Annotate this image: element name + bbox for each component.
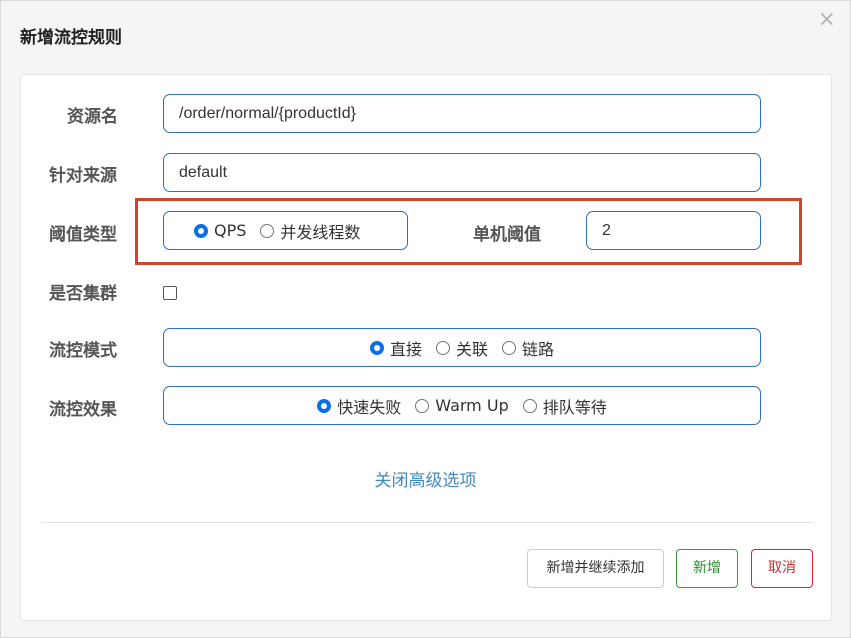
control-effect-label: 流控效果 [49,400,117,420]
threshold-type-label: 阈值类型 [49,225,117,245]
control-mode-chain-label: 链路 [522,339,555,359]
dialog: 新增流控规则 × 资源名 /order/normal/{productId} 针… [0,0,851,638]
resource-name-input[interactable]: /order/normal/{productId} [163,94,761,133]
control-effect-warm-up-label: Warm Up [435,396,509,415]
radio-unchecked-icon[interactable] [435,340,450,355]
control-effect-fail-fast[interactable]: 快速失败 [317,394,401,418]
control-effect-fail-fast-label: 快速失败 [337,397,402,417]
control-mode-label: 流控模式 [49,341,117,361]
control-effect-group: 快速失败 Warm Up 排队等待 [163,386,761,425]
cluster-mode-label: 是否集群 [49,284,117,304]
cancel-button[interactable]: 取消 [751,549,813,588]
control-mode-relate[interactable]: 关联 [435,336,488,360]
resource-name-label: 资源名 [67,107,118,127]
control-mode-direct-label: 直接 [389,339,422,359]
control-mode-chain[interactable]: 链路 [502,336,554,360]
cluster-mode-checkbox[interactable] [163,286,177,300]
control-mode-relate-label: 关联 [455,339,488,359]
footer-divider [41,522,813,523]
toggle-advanced-link[interactable]: 关闭高级选项 [1,466,850,491]
highlight-box [135,198,802,265]
control-effect-warm-up[interactable]: Warm Up [415,396,509,415]
add-and-continue-button[interactable]: 新增并继续添加 [527,549,664,588]
radio-checked-icon[interactable] [317,398,332,413]
radio-unchecked-icon[interactable] [502,340,516,355]
limit-app-label: 针对来源 [49,166,117,186]
radio-checked-icon[interactable] [369,340,384,355]
close-icon[interactable]: × [818,9,836,31]
dialog-title: 新增流控规则 [20,28,122,48]
control-mode-direct[interactable]: 直接 [369,336,422,360]
radio-unchecked-icon[interactable] [522,398,537,413]
control-effect-queue-label: 排队等待 [542,397,607,417]
control-mode-group: 直接 关联 链路 [163,328,761,367]
control-effect-queue[interactable]: 排队等待 [522,394,607,418]
add-button[interactable]: 新增 [676,549,738,588]
limit-app-input[interactable]: default [163,153,761,192]
radio-unchecked-icon[interactable] [415,398,430,413]
